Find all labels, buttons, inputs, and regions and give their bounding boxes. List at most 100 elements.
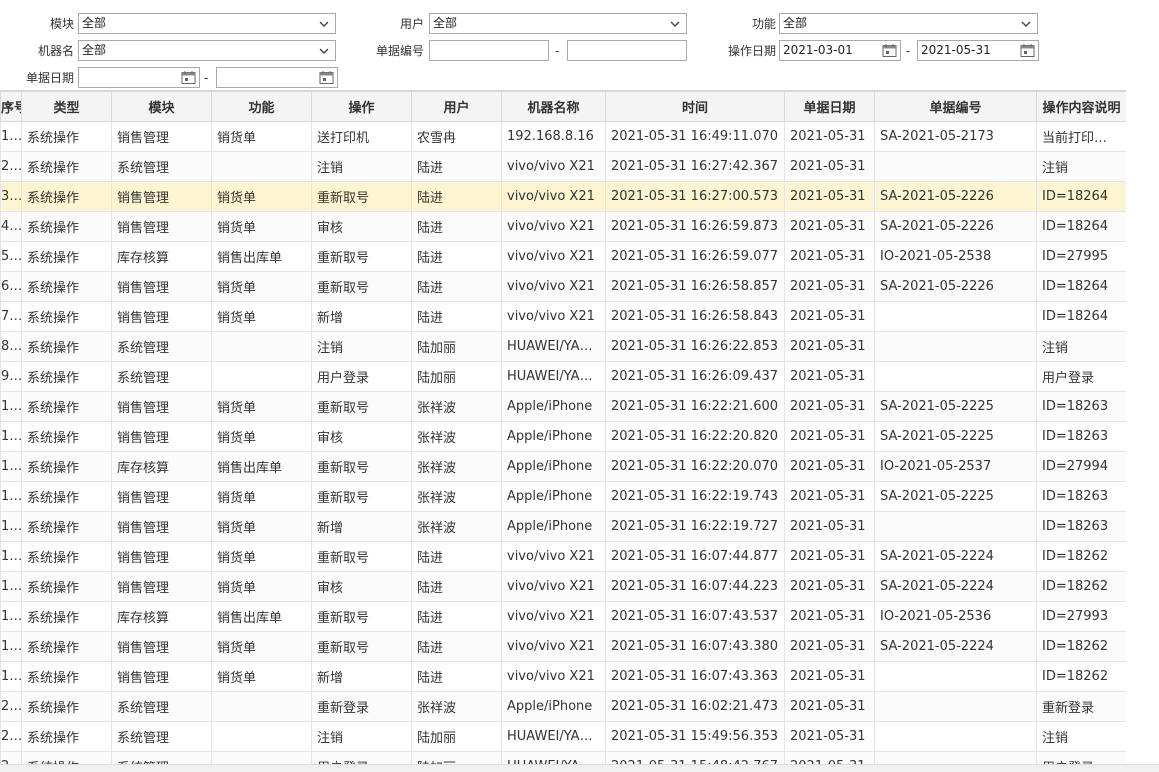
cell-doc-date: 2021-05-31 <box>784 511 875 542</box>
cell-module: 销售管理 <box>111 421 212 452</box>
opdate-from-input[interactable]: 2021-03-01 <box>779 40 901 61</box>
cell-doc-no: IO-2021-05-2537 <box>874 451 1037 482</box>
opdate-to-input[interactable]: 2021-05-31 <box>917 40 1039 61</box>
column-header-machine[interactable]: 机器名称 <box>501 91 606 122</box>
table-row[interactable]: 7 系统操作 销售管理 销货单 新增 陆进 vivo/vivo X21 2021-05-31 … <box>0 301 1126 332</box>
cell-module: 库存核算 <box>111 451 212 482</box>
cell-machine: Apple/iPhone <box>501 391 606 422</box>
cell-function: 销货单 <box>211 181 312 212</box>
docno-to-input[interactable] <box>567 40 687 61</box>
column-header-type[interactable]: 类型 <box>21 91 112 122</box>
table-row[interactable]: 10 系统操作 销售管理 销货单 重新取号 张祥波 Apple/iPhone 2021-05-… <box>0 391 1126 422</box>
cell-description: ID=18262 <box>1036 571 1126 602</box>
cell-seq: 6 <box>0 271 22 302</box>
cell-type: 系统操作 <box>21 601 112 632</box>
calendar-icon[interactable] <box>1020 43 1035 58</box>
machine-select[interactable]: 全部 <box>78 40 336 61</box>
cell-module: 销售管理 <box>111 121 212 152</box>
cell-user: 陆进 <box>411 151 502 182</box>
cell-user: 张祥波 <box>411 691 502 722</box>
cell-time: 2021-05-31 16:07:44.223 <box>605 571 785 602</box>
cell-function: 销货单 <box>211 421 312 452</box>
function-label: 功能 <box>751 17 776 31</box>
cell-type: 系统操作 <box>21 121 112 152</box>
cell-description: ID=18263 <box>1036 481 1126 512</box>
table-row[interactable]: 19 系统操作 销售管理 销货单 新增 陆进 vivo/vivo X21 2021-05-31… <box>0 661 1126 692</box>
table-row[interactable]: 17 系统操作 库存核算 销售出库单 重新取号 陆进 vivo/vivo X21 2021-0… <box>0 601 1126 632</box>
cell-doc-date: 2021-05-31 <box>784 451 875 482</box>
table-row[interactable]: 18 系统操作 销售管理 销货单 重新取号 陆进 vivo/vivo X21 2021-05-… <box>0 631 1126 662</box>
docno-from-input[interactable] <box>429 40 549 61</box>
user-select[interactable]: 全部 <box>429 13 687 34</box>
table-row[interactable]: 4 系统操作 销售管理 销货单 审核 陆进 vivo/vivo X21 2021-05-31 … <box>0 211 1126 242</box>
chevron-down-icon <box>319 48 329 54</box>
cell-description: ID=18264 <box>1036 271 1126 302</box>
function-select[interactable]: 全部 <box>779 13 1038 34</box>
cell-machine: vivo/vivo X21 <box>501 271 606 302</box>
column-header-time[interactable]: 时间 <box>605 91 785 122</box>
cell-doc-no <box>874 361 1037 392</box>
cell-type: 系统操作 <box>21 241 112 272</box>
table-row[interactable]: 12 系统操作 库存核算 销售出库单 重新取号 张祥波 Apple/iPhone 2021-0… <box>0 451 1126 482</box>
cell-doc-no: SA-2021-05-2225 <box>874 391 1037 422</box>
cell-user: 张祥波 <box>411 451 502 482</box>
column-header-operation[interactable]: 操作 <box>311 91 412 122</box>
cell-type: 系统操作 <box>21 421 112 452</box>
cell-time: 2021-05-31 16:07:44.877 <box>605 541 785 572</box>
cell-machine: Apple/iPhone <box>501 421 606 452</box>
table-row[interactable]: 11 系统操作 销售管理 销货单 审核 张祥波 Apple/iPhone 2021-05-31… <box>0 421 1126 452</box>
table-row[interactable]: 21 系统操作 系统管理 注销 陆加丽 HUAWEI/YA… 2021-05-31 15:4… <box>0 721 1126 752</box>
column-header-doc-no[interactable]: 单据编号 <box>874 91 1037 122</box>
column-header-doc-date[interactable]: 单据日期 <box>784 91 875 122</box>
table-row[interactable]: 8 系统操作 系统管理 注销 陆加丽 HUAWEI/YA… 2021-05-31 16:26… <box>0 331 1126 362</box>
column-header-description[interactable]: 操作内容说明 <box>1036 91 1126 122</box>
table-row[interactable]: 5 系统操作 库存核算 销售出库单 重新取号 陆进 vivo/vivo X21 2021-05… <box>0 241 1126 272</box>
column-header-function[interactable]: 功能 <box>211 91 312 122</box>
cell-module: 销售管理 <box>111 631 212 662</box>
table-row[interactable]: 20 系统操作 系统管理 重新登录 张祥波 Apple/iPhone 2021-05-31 … <box>0 691 1126 722</box>
cell-seq: 21 <box>0 721 22 752</box>
table-row[interactable]: 3 系统操作 销售管理 销货单 重新取号 陆进 vivo/vivo X21 2021-05-3… <box>0 181 1126 212</box>
cell-doc-date: 2021-05-31 <box>784 181 875 212</box>
log-table: 序号类型模块功能操作用户机器名称时间单据日期单据编号操作内容说明 1系统操作销售… <box>0 91 1126 766</box>
cell-description: 注销 <box>1036 151 1126 182</box>
table-row[interactable]: 14 系统操作 销售管理 销货单 新增 张祥波 Apple/iPhone 2021-05-31… <box>0 511 1126 542</box>
cell-time: 2021-05-31 16:22:19.743 <box>605 481 785 512</box>
cell-description: ID=18263 <box>1036 391 1126 422</box>
cell-function <box>211 361 312 392</box>
calendar-icon[interactable] <box>882 43 897 58</box>
module-select[interactable]: 全部 <box>78 13 336 34</box>
column-header-seq[interactable]: 序号 <box>0 91 22 122</box>
calendar-icon[interactable] <box>181 70 196 85</box>
table-row[interactable]: 2 系统操作 系统管理 注销 陆进 vivo/vivo X21 2021-05-31 16:… <box>0 151 1126 182</box>
column-header-user[interactable]: 用户 <box>411 91 502 122</box>
cell-machine: vivo/vivo X21 <box>501 211 606 242</box>
cell-function: 销货单 <box>211 631 312 662</box>
calendar-icon[interactable] <box>319 70 334 85</box>
cell-machine: Apple/iPhone <box>501 511 606 542</box>
cell-type: 系统操作 <box>21 541 112 572</box>
cell-function: 销货单 <box>211 511 312 542</box>
cell-seq: 9 <box>0 361 22 392</box>
table-row[interactable]: 13 系统操作 销售管理 销货单 重新取号 张祥波 Apple/iPhone 2021-05-… <box>0 481 1126 512</box>
cell-user: 张祥波 <box>411 481 502 512</box>
table-row[interactable]: 1 系统操作 销售管理 销货单 送打印机 农雪冉 192.168.8.16 2021-05-3… <box>0 121 1126 152</box>
docdate-from-input[interactable] <box>78 67 200 88</box>
cell-doc-no <box>874 721 1037 752</box>
function-select-value: 全部 <box>783 16 808 30</box>
table-row[interactable]: 15 系统操作 销售管理 销货单 重新取号 陆进 vivo/vivo X21 2021-05-… <box>0 541 1126 572</box>
cell-function: 销售出库单 <box>211 241 312 272</box>
cell-operation: 新增 <box>311 511 412 542</box>
cell-user: 陆进 <box>411 661 502 692</box>
cell-machine: vivo/vivo X21 <box>501 181 606 212</box>
cell-type: 系统操作 <box>21 721 112 752</box>
cell-module: 销售管理 <box>111 391 212 422</box>
cell-operation: 审核 <box>311 571 412 602</box>
table-row[interactable]: 9 系统操作 系统管理 用户登录 陆加丽 HUAWEI/YA… 2021-05-31 16:… <box>0 361 1126 392</box>
column-header-module[interactable]: 模块 <box>111 91 212 122</box>
table-row[interactable]: 16 系统操作 销售管理 销货单 审核 陆进 vivo/vivo X21 2021-05-31… <box>0 571 1126 602</box>
table-row[interactable]: 6 系统操作 销售管理 销货单 重新取号 陆进 vivo/vivo X21 2021-05-3… <box>0 271 1126 302</box>
docdate-to-input[interactable] <box>216 67 338 88</box>
cell-operation: 注销 <box>311 331 412 362</box>
cell-description: ID=18262 <box>1036 661 1126 692</box>
